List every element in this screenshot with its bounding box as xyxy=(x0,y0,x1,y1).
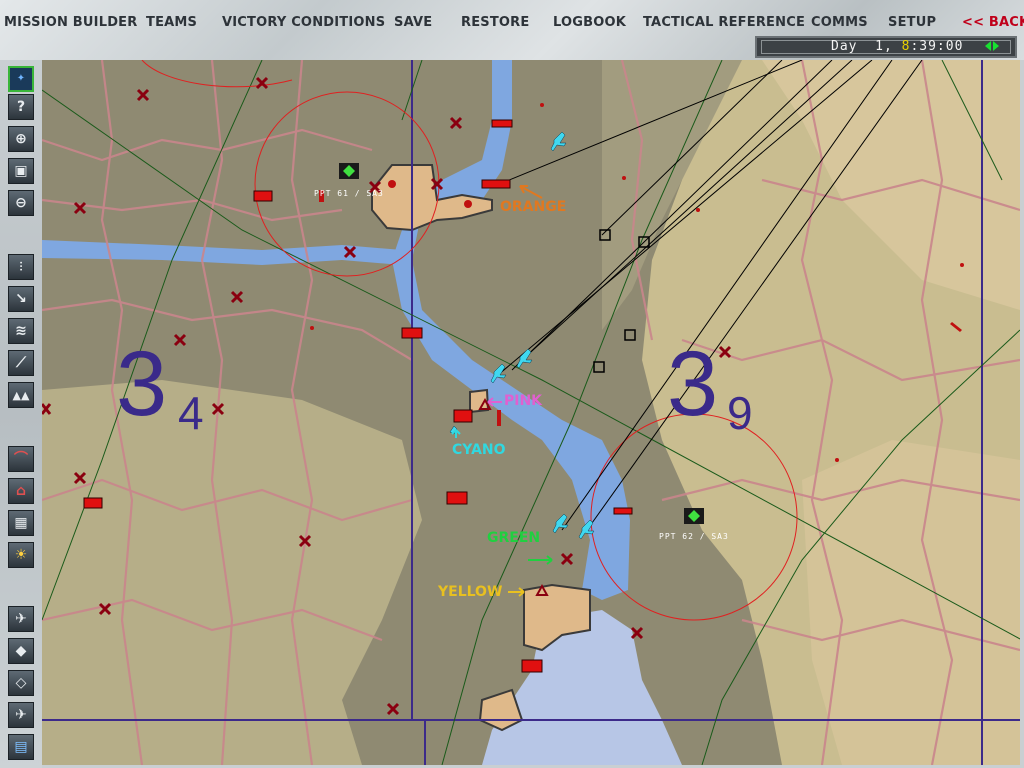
zoom-fit-icon[interactable]: ▣ xyxy=(8,158,34,184)
ppt-label-62: PPT 62 / SA3 xyxy=(659,532,729,541)
flight-label-green[interactable]: GREEN xyxy=(487,530,540,546)
menu-victory-conditions[interactable]: VICTORY CONDITIONS xyxy=(222,15,385,30)
tactical-map[interactable]: 3 4 3 9 PPT 61 / SA3 PPT 62 / SA3 ORANGE… xyxy=(42,60,1020,765)
ground-unit-icon[interactable]: ◆ xyxy=(8,638,34,664)
day-value: 1, xyxy=(875,39,893,54)
flight-label-orange[interactable]: ORANGE xyxy=(500,199,566,215)
sector-subnumber-east: 9 xyxy=(727,387,753,439)
airbase-icon[interactable]: ▦ xyxy=(8,510,34,536)
back-button[interactable]: << BACK xyxy=(962,15,1024,30)
menu-setup[interactable]: SETUP xyxy=(888,15,936,30)
path-icon[interactable]: ↘ xyxy=(8,286,34,312)
navaid-icon[interactable]: ◇ xyxy=(8,670,34,696)
menu-restore[interactable]: RESTORE xyxy=(461,15,529,30)
day-label: Day xyxy=(831,39,858,54)
weather-icon[interactable]: ☀ xyxy=(8,542,34,568)
menu-save[interactable]: SAVE xyxy=(394,15,432,30)
menu-teams[interactable]: TEAMS xyxy=(146,15,197,30)
map-toolbar: ✦ ? ⊕ ▣ ⊖ ⫶ ↘ ≋ ⟋ ▲▲ ⌒ ⌂ ▦ ☀ ✈ ◆ ◇ ✈ ▤ xyxy=(0,60,42,768)
help-icon[interactable]: ? xyxy=(8,94,34,120)
time-increase-icon[interactable] xyxy=(993,41,999,51)
menu-bar: MISSION BUILDER TEAMS VICTORY CONDITIONS… xyxy=(0,0,1024,60)
altitude-icon[interactable]: ⫶ xyxy=(8,254,34,280)
aircraft-icon[interactable]: ✈ xyxy=(8,606,34,632)
threat-rings-icon[interactable]: ≋ xyxy=(8,318,34,344)
time-decrease-icon[interactable] xyxy=(985,41,991,51)
sam-range-icon[interactable]: ⌒ xyxy=(8,446,34,472)
menu-logbook[interactable]: LOGBOOK xyxy=(553,15,626,30)
sector-number-east: 3 xyxy=(667,333,719,435)
menu-comms[interactable]: COMMS xyxy=(811,15,868,30)
package-icon[interactable]: ✈ xyxy=(8,702,34,728)
ppt-label-61: PPT 61 / SA3 xyxy=(314,189,384,198)
flight-label-yellow[interactable]: YELLOW xyxy=(438,584,502,600)
terrain-sand-southeast xyxy=(802,440,1020,765)
water-bay-south xyxy=(482,610,682,765)
radar-icon[interactable]: ⟋ xyxy=(8,350,34,376)
terrain-icon[interactable]: ▲▲ xyxy=(8,382,34,408)
zoom-in-icon[interactable]: ⊕ xyxy=(8,126,34,152)
sector-subnumber-west: 4 xyxy=(178,387,204,439)
time-value: :39:00 xyxy=(910,39,964,54)
sam-range-alt-icon[interactable]: ⌂ xyxy=(8,478,34,504)
time-display: Day 1, 8:39:00 xyxy=(755,36,1017,58)
menu-tactical-reference[interactable]: TACTICAL REFERENCE xyxy=(643,15,805,30)
menu-mission-builder[interactable]: MISSION BUILDER xyxy=(4,15,137,30)
flag-icon[interactable]: ✦ xyxy=(8,66,34,92)
zoom-out-icon[interactable]: ⊖ xyxy=(8,190,34,216)
flight-label-cyano[interactable]: CYANO xyxy=(452,442,506,458)
sector-number-west: 3 xyxy=(116,333,168,435)
time-readout: Day 1, 8:39:00 xyxy=(831,39,963,54)
filter-icon[interactable]: ▤ xyxy=(8,734,34,760)
terrain-light-southwest xyxy=(42,380,422,765)
flight-label-pink[interactable]: PINK xyxy=(504,393,542,409)
